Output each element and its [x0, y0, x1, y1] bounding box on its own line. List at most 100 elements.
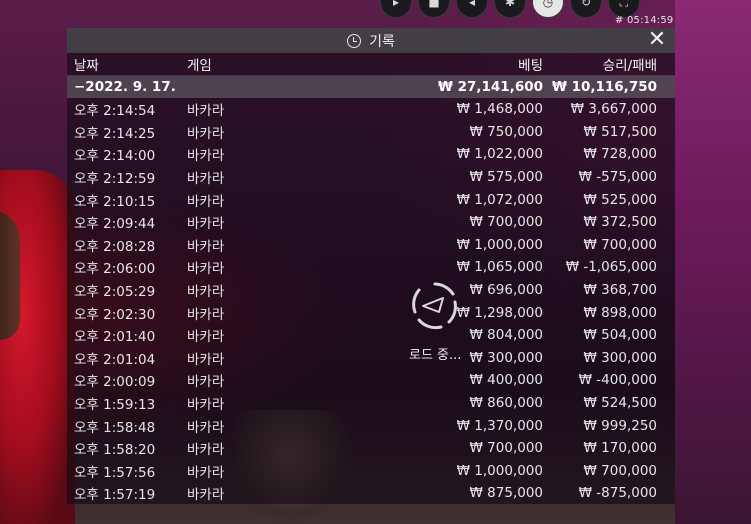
row-time: 오후 2:10:15 — [74, 193, 156, 210]
background-curtain — [675, 0, 751, 524]
row-win-loss: ₩ -875,000 — [578, 485, 657, 502]
camera-icon[interactable]: ■ — [418, 0, 450, 18]
table-row[interactable]: 오후 1:57:19 바카라 ₩ 875,000 ₩ -875,000 — [67, 482, 675, 505]
row-win-loss: ₩ 372,500 — [583, 214, 657, 231]
row-win-loss: ₩ 368,700 — [583, 282, 657, 299]
row-bet: ₩ 400,000 — [469, 372, 543, 389]
row-game: 바카라 — [187, 329, 225, 346]
close-button[interactable]: ✕ — [647, 29, 667, 51]
loading-spinner-icon — [412, 282, 457, 330]
row-bet: ₩ 860,000 — [469, 395, 543, 412]
table-row[interactable]: 오후 1:58:20 바카라 ₩ 700,000 ₩ 170,000 — [67, 437, 675, 460]
row-time: 오후 2:12:59 — [74, 171, 156, 188]
summary-bet: ₩ 27,141,600 — [438, 79, 543, 95]
row-bet: ₩ 700,000 — [469, 440, 543, 457]
row-game: 바카라 — [187, 397, 225, 414]
row-game: 바카라 — [187, 125, 225, 142]
row-time: 오후 2:14:54 — [74, 103, 156, 120]
table-row[interactable]: 오후 2:12:59 바카라 ₩ 575,000 ₩ -575,000 — [67, 166, 675, 189]
table-row[interactable]: 오후 2:01:40 바카라 ₩ 804,000 ₩ 504,000 — [67, 324, 675, 347]
row-game: 바카라 — [187, 351, 225, 368]
row-game: 바카라 — [187, 238, 225, 255]
row-game: 바카라 — [187, 171, 225, 188]
row-bet: ₩ 750,000 — [469, 123, 543, 140]
row-win-loss: ₩ 999,250 — [583, 417, 657, 434]
session-time: # 05:14:59 — [615, 15, 674, 26]
row-game: 바카라 — [187, 464, 225, 481]
table-row[interactable]: 오후 1:59:13 바카라 ₩ 860,000 ₩ 524,500 — [67, 392, 675, 415]
row-win-loss: ₩ -575,000 — [578, 169, 657, 186]
table-header: 날짜 게임 베팅 승리/패배 — [67, 53, 675, 76]
row-bet: ₩ 1,065,000 — [456, 259, 543, 276]
row-game: 바카라 — [187, 419, 225, 436]
row-time: 오후 2:14:25 — [74, 125, 156, 142]
row-win-loss: ₩ 898,000 — [583, 304, 657, 321]
history-panel: 기록 ✕ 날짜 게임 베팅 승리/패배 −2022. 9. 17. ₩ 27,1… — [67, 28, 675, 504]
row-game: 바카라 — [187, 442, 225, 459]
sound-icon[interactable]: ◂ — [456, 0, 488, 18]
row-time: 오후 2:01:40 — [74, 329, 156, 346]
history-icon[interactable]: ◷ — [532, 0, 564, 18]
loading-text: 로드 중... — [409, 348, 462, 363]
refresh-icon[interactable]: ↻ — [570, 0, 602, 18]
table-row[interactable]: 오후 2:02:30 바카라 ₩ 1,298,000 ₩ 898,000 — [67, 301, 675, 324]
row-bet: ₩ 300,000 — [469, 349, 543, 366]
row-game: 바카라 — [187, 284, 225, 301]
table-row[interactable]: 오후 2:14:00 바카라 ₩ 1,022,000 ₩ 728,000 — [67, 143, 675, 166]
background-dealer — [0, 170, 75, 524]
row-bet: ₩ 1,000,000 — [456, 462, 543, 479]
table-row[interactable]: 오후 2:14:54 바카라 ₩ 1,468,000 ₩ 3,667,000 — [67, 98, 675, 121]
row-game: 바카라 — [187, 487, 225, 504]
row-game: 바카라 — [187, 306, 225, 323]
row-win-loss: ₩ 728,000 — [583, 146, 657, 163]
table-row[interactable]: 오후 2:01:04 바카라 ₩ 300,000 ₩ 300,000 — [67, 347, 675, 370]
table-row[interactable]: 오후 2:06:00 바카라 ₩ 1,065,000 ₩ -1,065,000 — [67, 256, 675, 279]
table-row[interactable]: 오후 2:10:15 바카라 ₩ 1,072,000 ₩ 525,000 — [67, 188, 675, 211]
clock-icon — [347, 33, 362, 48]
table-row[interactable]: 오후 2:09:44 바카라 ₩ 700,000 ₩ 372,500 — [67, 211, 675, 234]
row-time: 오후 2:02:30 — [74, 306, 156, 323]
row-game: 바카라 — [187, 216, 225, 233]
history-rows: 오후 2:14:54 바카라 ₩ 1,468,000 ₩ 3,667,000 오후 2:… — [67, 98, 675, 505]
background-dealer-hair — [0, 210, 20, 340]
column-date: 날짜 — [74, 58, 99, 74]
row-win-loss: ₩ -400,000 — [578, 372, 657, 389]
row-win-loss: ₩ 700,000 — [583, 236, 657, 253]
row-time: 오후 2:00:09 — [74, 374, 156, 391]
history-panel-header: 기록 ✕ — [67, 28, 675, 53]
table-row[interactable]: 오후 2:05:29 바카라 ₩ 696,000 ₩ 368,700 — [67, 279, 675, 302]
row-bet: ₩ 1,370,000 — [456, 417, 543, 434]
row-game: 바카라 — [187, 103, 225, 120]
row-game: 바카라 — [187, 261, 225, 278]
row-time: 오후 2:05:29 — [74, 284, 156, 301]
row-bet: ₩ 1,022,000 — [456, 146, 543, 163]
chat-icon[interactable]: ▸ — [380, 0, 412, 18]
summary-date: −2022. 9. 17. — [74, 79, 176, 95]
panel-title: 기록 — [369, 33, 395, 50]
row-time: 오후 1:57:56 — [74, 464, 156, 481]
row-bet: ₩ 1,072,000 — [456, 191, 543, 208]
table-row[interactable]: 오후 1:57:56 바카라 ₩ 1,000,000 ₩ 700,000 — [67, 460, 675, 483]
row-time: 오후 2:06:00 — [74, 261, 156, 278]
row-time: 오후 1:58:48 — [74, 419, 156, 436]
row-win-loss: ₩ 504,000 — [583, 327, 657, 344]
row-win-loss: ₩ 170,000 — [583, 440, 657, 457]
row-time: 오후 2:14:00 — [74, 148, 156, 165]
top-control-bar: ▸ ■ ◂ ✱ ◷ ↻ ⛶ — [380, 0, 640, 18]
settings-icon[interactable]: ✱ — [494, 0, 526, 18]
column-bet: 베팅 — [518, 58, 543, 74]
row-bet: ₩ 575,000 — [469, 169, 543, 186]
row-game: 바카라 — [187, 148, 225, 165]
date-summary-row[interactable]: −2022. 9. 17. ₩ 27,141,600 ₩ 10,116,750 — [67, 76, 675, 98]
row-win-loss: ₩ 3,667,000 — [570, 101, 657, 118]
table-row[interactable]: 오후 2:14:25 바카라 ₩ 750,000 ₩ 517,500 — [67, 121, 675, 144]
row-game: 바카라 — [187, 193, 225, 210]
row-win-loss: ₩ 700,000 — [583, 462, 657, 479]
table-row[interactable]: 오후 2:00:09 바카라 ₩ 400,000 ₩ -400,000 — [67, 369, 675, 392]
row-time: 오후 2:09:44 — [74, 216, 156, 233]
row-bet: ₩ 1,000,000 — [456, 236, 543, 253]
table-row[interactable]: 오후 2:08:28 바카라 ₩ 1,000,000 ₩ 700,000 — [67, 234, 675, 257]
row-time: 오후 1:58:20 — [74, 442, 156, 459]
table-row[interactable]: 오후 1:58:48 바카라 ₩ 1,370,000 ₩ 999,250 — [67, 414, 675, 437]
row-time: 오후 1:57:19 — [74, 487, 156, 504]
